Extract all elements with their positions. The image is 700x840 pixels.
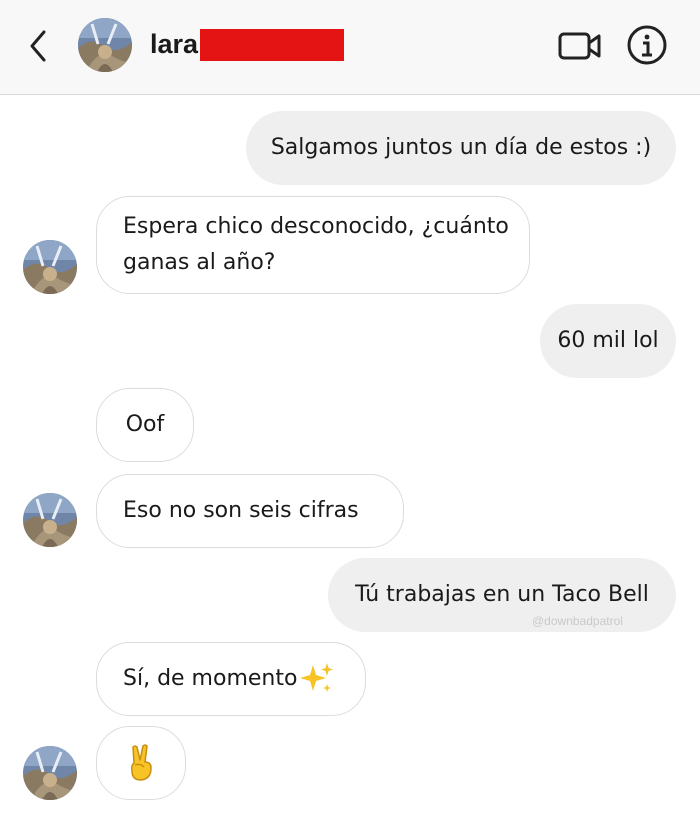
victory-hand-icon <box>131 744 152 781</box>
message-bubble-received[interactable]: Espera chico desconocido, ¿cuánto ganas … <box>96 196 530 294</box>
sparkles-icon <box>300 663 334 692</box>
back-button[interactable] <box>22 24 52 68</box>
info-icon <box>627 25 667 65</box>
message-bubble-received[interactable]: Sí, de momento <box>96 642 366 716</box>
message-bubble-sent[interactable]: 60 mil lol <box>540 304 676 378</box>
message-bubble-received[interactable]: Eso no son seis cifras <box>96 474 404 548</box>
video-call-button[interactable] <box>557 26 603 66</box>
message-text: Sí, de momento <box>123 666 298 691</box>
message-bubble-sent[interactable]: Tú trabajas en un Taco Bell <box>328 558 676 632</box>
message-line: ganas al año? <box>123 250 276 275</box>
message-text: Tú trabajas en un Taco Bell <box>355 582 649 607</box>
contact-avatar[interactable] <box>23 240 77 294</box>
info-button[interactable] <box>626 24 668 66</box>
message-bubble-received[interactable]: Oof <box>96 388 194 462</box>
watermark: @downbadpatrol <box>532 614 623 628</box>
message-text: Eso no son seis cifras <box>123 498 359 523</box>
video-camera-icon <box>558 32 601 60</box>
message-text: Salgamos juntos un día de estos :) <box>270 135 652 160</box>
message-line: Espera chico desconocido, ¿cuánto <box>123 214 509 239</box>
contact-name[interactable]: lara <box>150 27 198 61</box>
chevron-left-icon <box>30 30 46 62</box>
chat-header: lara <box>0 0 700 95</box>
name-redaction <box>200 29 344 61</box>
contact-avatar[interactable] <box>23 746 77 800</box>
message-bubble-received[interactable] <box>96 726 186 800</box>
message-bubble-sent[interactable]: Salgamos juntos un día de estos :) <box>246 111 676 185</box>
message-text: Oof <box>125 412 165 437</box>
contact-avatar[interactable] <box>23 493 77 547</box>
message-text: 60 mil lol <box>557 328 659 353</box>
contact-avatar[interactable] <box>78 18 132 72</box>
